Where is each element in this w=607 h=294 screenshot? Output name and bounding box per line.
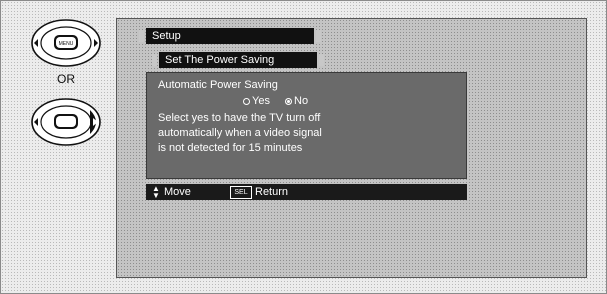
setup-menu-bar[interactable]: Setup — [139, 28, 321, 44]
svg-text:MENU: MENU — [59, 41, 74, 47]
sel-key-icon: SEL — [230, 186, 252, 199]
submenu-title: Set The Power Saving — [165, 54, 275, 66]
tv-screen: Setup Set The Power Saving Automatic Pow… — [116, 18, 587, 278]
remote-pad-right-arrow — [24, 94, 108, 150]
radio-yes-icon[interactable] — [243, 98, 250, 105]
up-down-arrows-icon: ▲ ▼ — [152, 184, 160, 200]
power-saving-options: Yes No — [243, 95, 320, 107]
power-saving-menu-bar[interactable]: Set The Power Saving — [152, 52, 324, 68]
move-hint: Move — [164, 186, 191, 198]
power-saving-panel: Automatic Power Saving Yes No Select yes… — [146, 72, 467, 179]
setting-description: Select yes to have the TV turn off autom… — [158, 112, 322, 154]
radio-no-selected-icon[interactable] — [285, 98, 293, 105]
option-yes[interactable]: Yes — [243, 95, 279, 107]
setup-title: Setup — [152, 30, 181, 42]
setting-label: Automatic Power Saving — [158, 79, 278, 91]
or-label: OR — [57, 72, 75, 86]
navigation-hint-bar: ▲ ▼ Move SEL Return — [146, 184, 467, 200]
manual-illustration-frame: MENU OR Setup Set The Power Saving Autom… — [0, 0, 607, 294]
remote-pad-menu: MENU — [24, 15, 108, 71]
option-no[interactable]: No — [285, 95, 314, 107]
return-hint: Return — [255, 186, 289, 198]
